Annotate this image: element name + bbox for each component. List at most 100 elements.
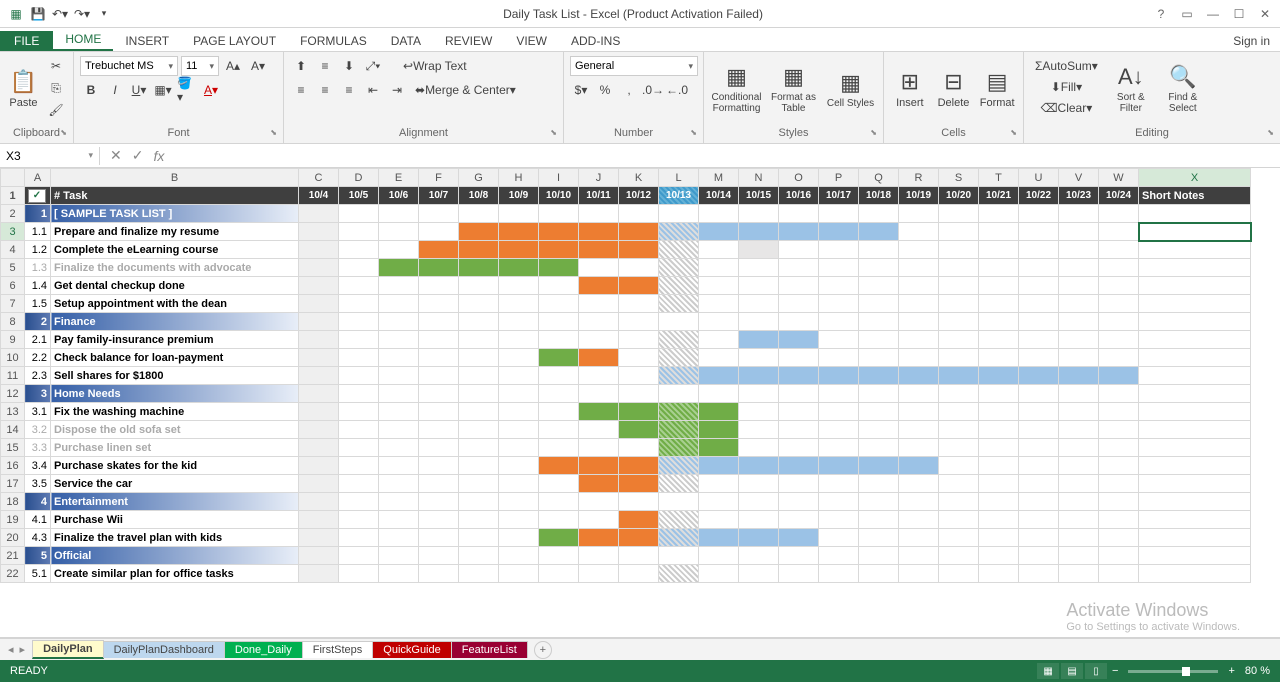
- notes-cell[interactable]: [1139, 529, 1251, 547]
- gantt-cell[interactable]: [1099, 385, 1139, 403]
- tab-formulas[interactable]: FORMULAS: [288, 31, 379, 51]
- gantt-cell[interactable]: [779, 439, 819, 457]
- gantt-cell[interactable]: [939, 241, 979, 259]
- gantt-cell[interactable]: [779, 403, 819, 421]
- task-number[interactable]: 1.2: [25, 241, 51, 259]
- gantt-cell[interactable]: [659, 295, 699, 313]
- gantt-cell[interactable]: [379, 331, 419, 349]
- gantt-cell[interactable]: [699, 457, 739, 475]
- task-name[interactable]: Create similar plan for office tasks: [51, 565, 299, 583]
- col-header[interactable]: R: [899, 169, 939, 187]
- gantt-cell[interactable]: [779, 421, 819, 439]
- gantt-cell[interactable]: [539, 403, 579, 421]
- gantt-cell[interactable]: [939, 493, 979, 511]
- row-header[interactable]: 21: [1, 547, 25, 565]
- help-icon[interactable]: ?: [1152, 5, 1170, 23]
- row-header[interactable]: 12: [1, 385, 25, 403]
- notes-cell[interactable]: [1139, 385, 1251, 403]
- gantt-cell[interactable]: [939, 511, 979, 529]
- notes-cell[interactable]: [1139, 331, 1251, 349]
- gantt-cell[interactable]: [699, 439, 739, 457]
- gantt-cell[interactable]: [659, 331, 699, 349]
- gantt-cell[interactable]: [299, 223, 339, 241]
- gantt-cell[interactable]: [1059, 349, 1099, 367]
- gantt-cell[interactable]: [899, 403, 939, 421]
- sheet-tab-dailyplan[interactable]: DailyPlan: [32, 640, 104, 659]
- gantt-cell[interactable]: [539, 529, 579, 547]
- task-name[interactable]: Check balance for loan-payment: [51, 349, 299, 367]
- gantt-cell[interactable]: [339, 403, 379, 421]
- percent-icon[interactable]: %: [594, 80, 616, 100]
- gantt-cell[interactable]: [539, 295, 579, 313]
- gantt-cell[interactable]: [1059, 547, 1099, 565]
- gantt-cell[interactable]: [699, 331, 739, 349]
- sort-filter-button[interactable]: A↓Sort & Filter: [1107, 56, 1155, 122]
- col-header[interactable]: F: [419, 169, 459, 187]
- gantt-cell[interactable]: [539, 385, 579, 403]
- gantt-cell[interactable]: [979, 511, 1019, 529]
- gantt-cell[interactable]: [339, 313, 379, 331]
- gantt-cell[interactable]: [579, 385, 619, 403]
- gantt-cell[interactable]: [579, 313, 619, 331]
- gantt-cell[interactable]: [779, 529, 819, 547]
- gantt-cell[interactable]: [339, 295, 379, 313]
- name-box[interactable]: ▾: [0, 147, 100, 165]
- gantt-cell[interactable]: [419, 205, 459, 223]
- gantt-cell[interactable]: [379, 421, 419, 439]
- gantt-cell[interactable]: [459, 295, 499, 313]
- gantt-cell[interactable]: [459, 349, 499, 367]
- gantt-cell[interactable]: [739, 511, 779, 529]
- gantt-cell[interactable]: [619, 511, 659, 529]
- gantt-cell[interactable]: [1019, 241, 1059, 259]
- gantt-cell[interactable]: [899, 259, 939, 277]
- gantt-cell[interactable]: [899, 367, 939, 385]
- tab-review[interactable]: REVIEW: [433, 31, 504, 51]
- gantt-cell[interactable]: [939, 223, 979, 241]
- gantt-cell[interactable]: [619, 547, 659, 565]
- gantt-cell[interactable]: [339, 421, 379, 439]
- gantt-cell[interactable]: [539, 349, 579, 367]
- task-name[interactable]: Fix the washing machine: [51, 403, 299, 421]
- col-header[interactable]: L: [659, 169, 699, 187]
- gantt-cell[interactable]: [299, 313, 339, 331]
- indent-dec-icon[interactable]: ⇤: [362, 80, 384, 100]
- gantt-cell[interactable]: [979, 259, 1019, 277]
- gantt-cell[interactable]: [1059, 475, 1099, 493]
- gantt-cell[interactable]: [899, 511, 939, 529]
- task-number[interactable]: 2: [25, 313, 51, 331]
- gantt-cell[interactable]: [1019, 529, 1059, 547]
- gantt-cell[interactable]: [379, 277, 419, 295]
- cut-icon[interactable]: ✂: [45, 56, 67, 76]
- gantt-cell[interactable]: [1019, 349, 1059, 367]
- gantt-cell[interactable]: [339, 439, 379, 457]
- gantt-cell[interactable]: [619, 349, 659, 367]
- gantt-cell[interactable]: [659, 259, 699, 277]
- gantt-cell[interactable]: [579, 295, 619, 313]
- align-middle-icon[interactable]: ≡: [314, 56, 336, 76]
- col-header[interactable]: [1, 169, 25, 187]
- task-name[interactable]: Pay family-insurance premium: [51, 331, 299, 349]
- indent-inc-icon[interactable]: ⇥: [386, 80, 408, 100]
- gantt-cell[interactable]: [939, 385, 979, 403]
- gantt-cell[interactable]: [539, 223, 579, 241]
- notes-cell[interactable]: [1139, 313, 1251, 331]
- gantt-cell[interactable]: [739, 349, 779, 367]
- gantt-cell[interactable]: [499, 511, 539, 529]
- gantt-cell[interactable]: [499, 475, 539, 493]
- gantt-cell[interactable]: [899, 223, 939, 241]
- fx-icon[interactable]: fx: [153, 148, 164, 164]
- col-header[interactable]: M: [699, 169, 739, 187]
- inc-decimal-icon[interactable]: .0→: [642, 80, 664, 100]
- gantt-cell[interactable]: [339, 547, 379, 565]
- gantt-cell[interactable]: [1059, 493, 1099, 511]
- border-icon[interactable]: ▦▾: [152, 80, 174, 100]
- task-number[interactable]: 4.3: [25, 529, 51, 547]
- gantt-cell[interactable]: [1019, 457, 1059, 475]
- gantt-cell[interactable]: [579, 277, 619, 295]
- row-header[interactable]: 9: [1, 331, 25, 349]
- gantt-cell[interactable]: [299, 565, 339, 583]
- notes-cell[interactable]: [1139, 475, 1251, 493]
- sheet-tab-dashboard[interactable]: DailyPlanDashboard: [103, 641, 225, 658]
- gantt-cell[interactable]: [459, 511, 499, 529]
- gantt-cell[interactable]: [699, 421, 739, 439]
